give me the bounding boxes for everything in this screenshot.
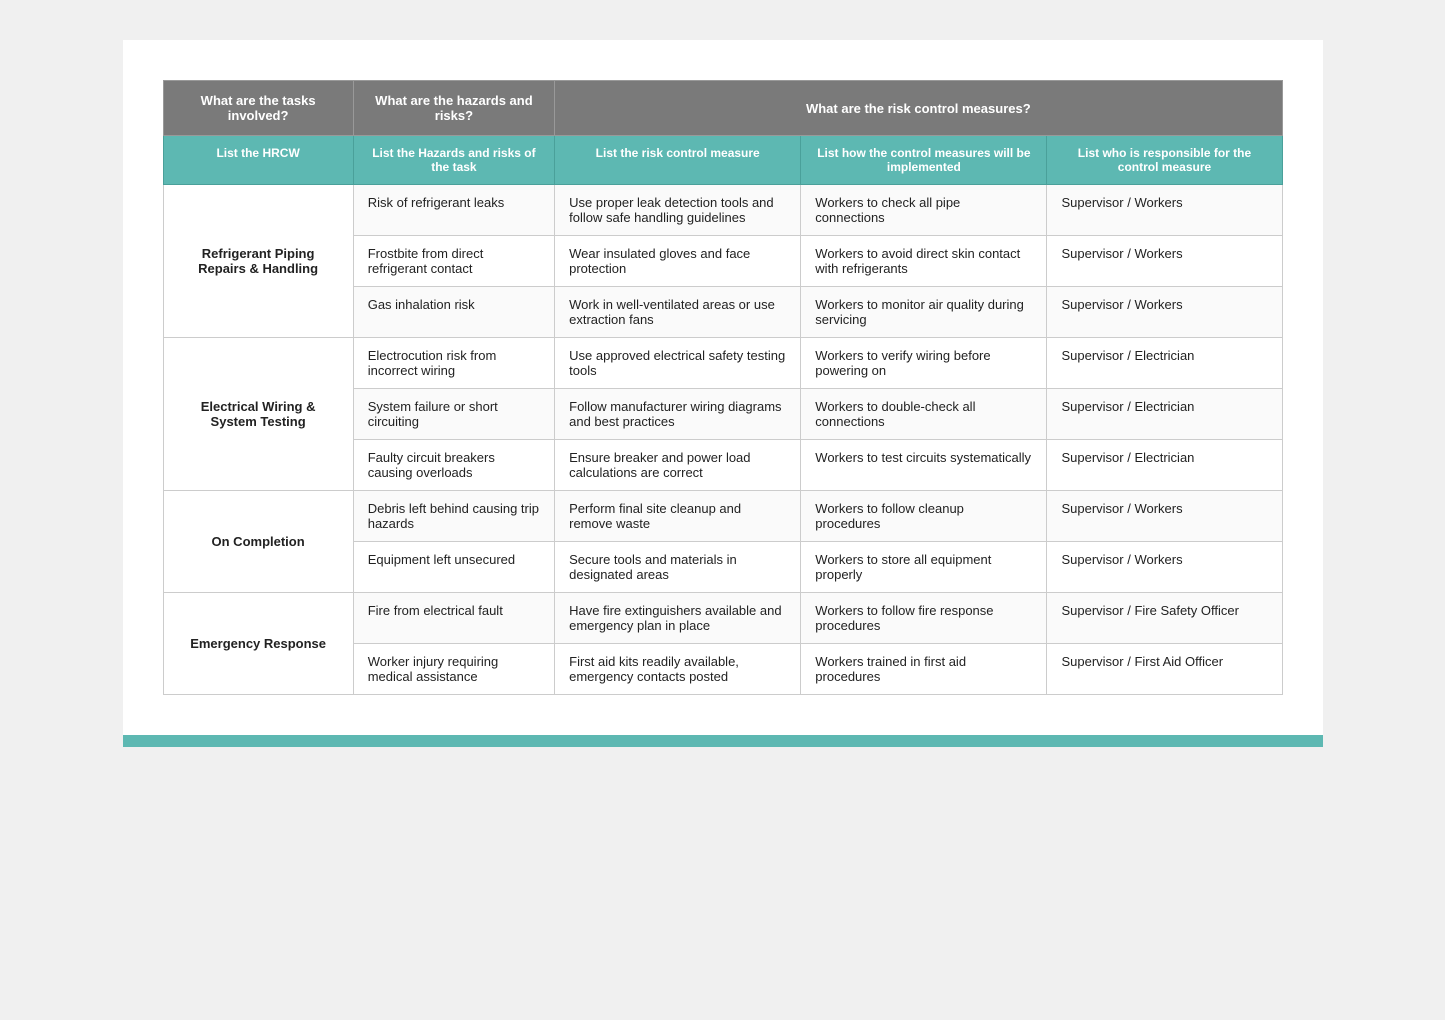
responsible-cell: Supervisor / Workers (1047, 542, 1282, 593)
control-cell: Ensure breaker and power load calculatio… (555, 440, 801, 491)
implementation-cell: Workers to follow fire response procedur… (801, 593, 1047, 644)
hazard-cell: Gas inhalation risk (353, 287, 554, 338)
implementation-cell: Workers trained in first aid procedures (801, 644, 1047, 695)
hazard-cell: Fire from electrical fault (353, 593, 554, 644)
responsible-cell: Supervisor / Fire Safety Officer (1047, 593, 1282, 644)
implementation-cell: Workers to verify wiring before powering… (801, 338, 1047, 389)
table-row: Emergency ResponseFire from electrical f… (163, 593, 1282, 644)
hazard-cell: Faulty circuit breakers causing overload… (353, 440, 554, 491)
table-body: Refrigerant PipingRepairs & HandlingRisk… (163, 185, 1282, 695)
task-cell: On Completion (163, 491, 353, 593)
sub-header-row: List the HRCW List the Hazards and risks… (163, 136, 1282, 185)
control-cell: Secure tools and materials in designated… (555, 542, 801, 593)
responsible-cell: Supervisor / Electrician (1047, 440, 1282, 491)
responsible-cell: Supervisor / Workers (1047, 287, 1282, 338)
main-header-row: What are the tasks involved? What are th… (163, 81, 1282, 136)
bottom-bar (123, 735, 1323, 747)
implementation-cell: Workers to avoid direct skin contact wit… (801, 236, 1047, 287)
table-row: Refrigerant PipingRepairs & HandlingRisk… (163, 185, 1282, 236)
task-cell: Refrigerant PipingRepairs & Handling (163, 185, 353, 338)
control-cell: Use approved electrical safety testing t… (555, 338, 801, 389)
table-row: Electrical Wiring &System TestingElectro… (163, 338, 1282, 389)
task-cell: Electrical Wiring &System Testing (163, 338, 353, 491)
hazard-cell: Frostbite from direct refrigerant contac… (353, 236, 554, 287)
responsible-cell: Supervisor / Electrician (1047, 389, 1282, 440)
table-row: On CompletionDebris left behind causing … (163, 491, 1282, 542)
responsible-cell: Supervisor / First Aid Officer (1047, 644, 1282, 695)
control-cell: Have fire extinguishers available and em… (555, 593, 801, 644)
control-cell: Perform final site cleanup and remove wa… (555, 491, 801, 542)
implementation-cell: Workers to test circuits systematically (801, 440, 1047, 491)
hazard-cell: Debris left behind causing trip hazards (353, 491, 554, 542)
subheader-hazards-list: List the Hazards and risks of the task (353, 136, 554, 185)
header-controls-span: What are the risk control measures? (555, 81, 1282, 136)
implementation-cell: Workers to follow cleanup procedures (801, 491, 1047, 542)
header-tasks: What are the tasks involved? (163, 81, 353, 136)
implementation-cell: Workers to double-check all connections (801, 389, 1047, 440)
control-cell: Use proper leak detection tools and foll… (555, 185, 801, 236)
responsible-cell: Supervisor / Workers (1047, 491, 1282, 542)
hazard-cell: Equipment left unsecured (353, 542, 554, 593)
implementation-cell: Workers to check all pipe connections (801, 185, 1047, 236)
control-cell: Work in well-ventilated areas or use ext… (555, 287, 801, 338)
task-cell: Emergency Response (163, 593, 353, 695)
control-cell: Wear insulated gloves and face protectio… (555, 236, 801, 287)
subheader-implementation: List how the control measures will be im… (801, 136, 1047, 185)
control-cell: First aid kits readily available, emerge… (555, 644, 801, 695)
hazard-cell: Electrocution risk from incorrect wiring (353, 338, 554, 389)
hazard-cell: System failure or short circuiting (353, 389, 554, 440)
responsible-cell: Supervisor / Electrician (1047, 338, 1282, 389)
header-hazards: What are the hazards and risks? (353, 81, 554, 136)
responsible-cell: Supervisor / Workers (1047, 236, 1282, 287)
risk-table: What are the tasks involved? What are th… (163, 80, 1283, 695)
hazard-cell: Worker injury requiring medical assistan… (353, 644, 554, 695)
subheader-control-measure: List the risk control measure (555, 136, 801, 185)
control-cell: Follow manufacturer wiring diagrams and … (555, 389, 801, 440)
implementation-cell: Workers to monitor air quality during se… (801, 287, 1047, 338)
responsible-cell: Supervisor / Workers (1047, 185, 1282, 236)
subheader-hrcw: List the HRCW (163, 136, 353, 185)
subheader-responsible: List who is responsible for the control … (1047, 136, 1282, 185)
hazard-cell: Risk of refrigerant leaks (353, 185, 554, 236)
implementation-cell: Workers to store all equipment properly (801, 542, 1047, 593)
